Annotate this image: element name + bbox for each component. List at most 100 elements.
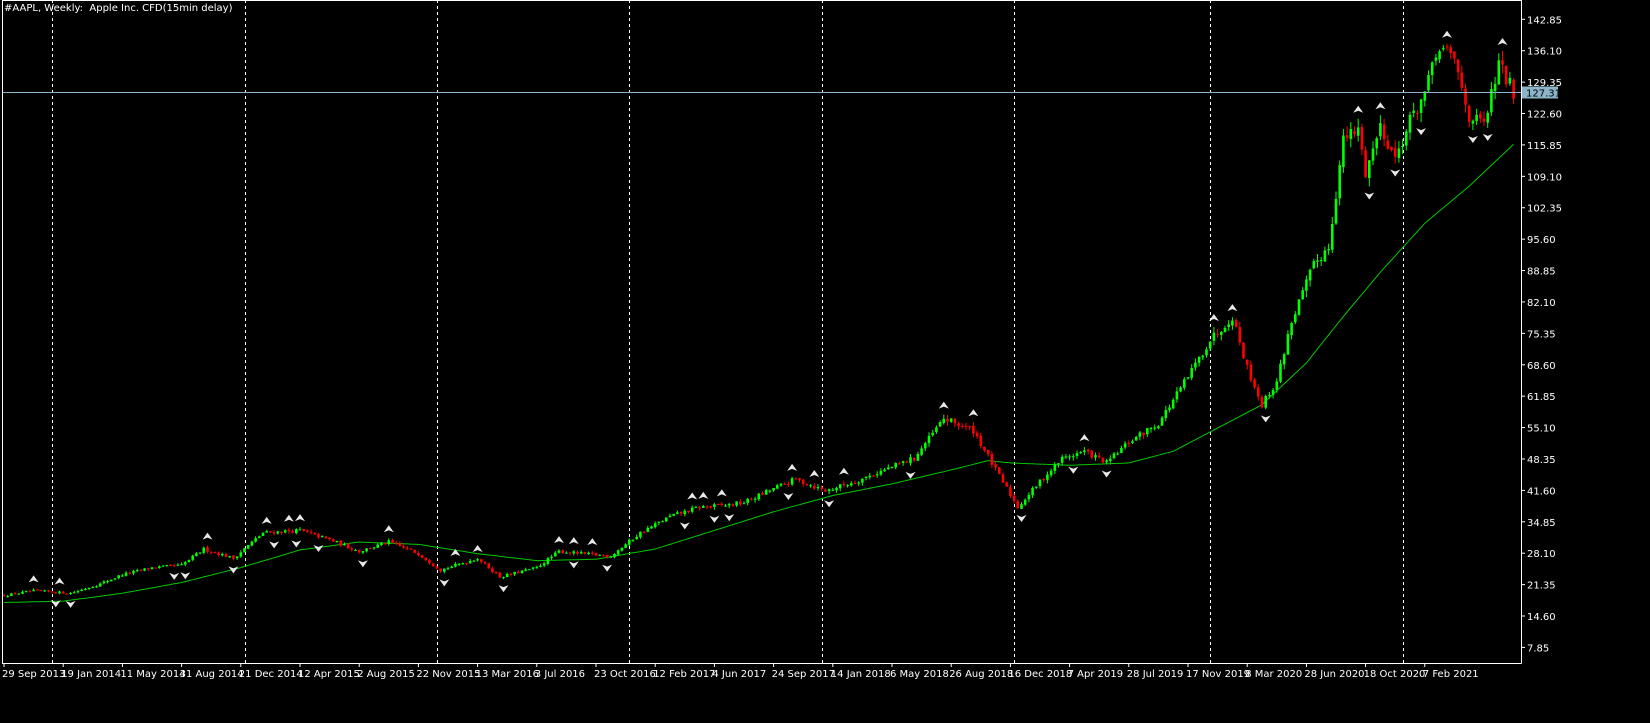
candle-body xyxy=(1253,379,1256,388)
y-tick-label: 48.35 xyxy=(1527,455,1556,466)
candle-body xyxy=(983,446,986,451)
candle-body xyxy=(450,566,453,568)
candle-body xyxy=(1382,124,1386,140)
fractal-up-marker xyxy=(809,470,820,478)
candle-body xyxy=(742,503,746,505)
candle-body xyxy=(861,478,864,483)
x-tick-label: 4 Jun 2017 xyxy=(712,669,766,680)
candle-body xyxy=(346,543,350,549)
candle-body xyxy=(50,591,54,593)
candle-body xyxy=(805,484,809,486)
candle-body xyxy=(280,531,283,533)
fractal-down-marker xyxy=(439,579,450,587)
x-tick-label: 31 Aug 2014 xyxy=(180,669,244,680)
candle-body xyxy=(1290,323,1293,336)
candle-body xyxy=(13,593,17,595)
candle-body xyxy=(369,548,372,549)
candle-body xyxy=(1397,148,1401,158)
candle-body xyxy=(639,531,642,538)
candle-body xyxy=(953,418,957,424)
candle-body xyxy=(461,563,465,565)
candle-body xyxy=(487,563,490,569)
x-tick-label: 2 Aug 2015 xyxy=(357,669,415,680)
candle-body xyxy=(1327,249,1330,251)
candle-body xyxy=(446,568,450,570)
candle-body xyxy=(1072,456,1075,458)
candle-body xyxy=(124,572,128,576)
candle-body xyxy=(883,469,886,472)
candle-body xyxy=(1282,354,1286,365)
candle-body xyxy=(1079,452,1082,454)
candle-body xyxy=(931,432,934,436)
candle-body xyxy=(95,586,98,588)
y-tick-label: 75.35 xyxy=(1527,329,1556,340)
candle-body xyxy=(1168,407,1171,411)
candle-body xyxy=(1116,453,1119,455)
candle-body xyxy=(857,482,860,484)
candle-body xyxy=(235,556,239,559)
candle-body xyxy=(909,457,912,464)
candle-body xyxy=(158,566,161,569)
candle-body xyxy=(894,463,897,468)
candle-body xyxy=(1020,504,1023,509)
candle-body xyxy=(1430,62,1434,76)
candle-body xyxy=(47,590,50,592)
candle-body xyxy=(1460,72,1464,88)
candle-body xyxy=(1364,150,1367,177)
fractal-down-marker xyxy=(602,564,613,572)
candle-body xyxy=(679,511,683,514)
candle-body xyxy=(520,570,524,574)
candle-body xyxy=(1220,331,1223,335)
candlestick-chart[interactable]: 127.31 142.85 136.10 129.35 122.60 115.85 109… xyxy=(0,0,1650,719)
chart-title: #AAPL, Weekly: Apple Inc. CFD(15min dela… xyxy=(4,3,233,14)
candle-body xyxy=(1223,327,1227,333)
candle-body xyxy=(713,504,716,507)
candle-body xyxy=(1368,160,1371,179)
candle-body xyxy=(568,552,572,554)
x-tick-label: 21 Dec 2014 xyxy=(239,669,303,680)
x-tick-label: 28 Jul 2019 xyxy=(1127,669,1184,680)
candle-body xyxy=(283,530,287,533)
candle-body xyxy=(1316,260,1319,262)
candle-body xyxy=(1157,426,1160,429)
y-tick-label: 14.60 xyxy=(1527,612,1556,623)
candle-body xyxy=(246,545,250,549)
candle-body xyxy=(2,595,6,597)
candle-body xyxy=(276,531,280,534)
candle-body xyxy=(998,467,1001,474)
candle-body xyxy=(938,422,942,427)
candle-body xyxy=(1146,428,1149,435)
candle-body xyxy=(642,531,646,533)
candle-body xyxy=(291,531,294,533)
candle-body xyxy=(328,537,331,540)
candle-body xyxy=(1075,453,1079,456)
candle-body xyxy=(1479,113,1482,119)
fractal-down-marker xyxy=(169,572,180,580)
candle-body xyxy=(739,501,742,505)
current-price-label: 127.31 xyxy=(1526,89,1561,100)
fractal-up-marker xyxy=(1079,434,1090,442)
fractal-up-marker xyxy=(716,489,727,497)
candle-body xyxy=(483,562,487,564)
candle-body xyxy=(787,483,790,485)
fractals-layer xyxy=(28,30,1508,608)
candle-body xyxy=(472,560,476,562)
x-tick-label: 14 Jan 2018 xyxy=(831,669,891,680)
candle-body xyxy=(172,565,176,567)
candle-body xyxy=(324,536,328,538)
candle-body xyxy=(110,579,113,582)
candle-body xyxy=(258,536,261,538)
candle-body xyxy=(224,554,228,557)
candle-body xyxy=(10,593,13,596)
candle-body xyxy=(320,536,324,537)
chart-window[interactable]: 127.31 142.85 136.10 129.35 122.60 115.85 109… xyxy=(0,0,1650,719)
candle-body xyxy=(1212,332,1216,341)
candle-body xyxy=(609,556,613,558)
x-tick-label: 7 Apr 2019 xyxy=(1068,669,1123,680)
candle-body xyxy=(772,488,775,491)
candle-body xyxy=(169,564,172,566)
x-tick-label: 19 Jan 2014 xyxy=(61,669,121,680)
fractal-down-marker xyxy=(357,560,368,568)
candle-body xyxy=(1342,135,1345,167)
candle-body xyxy=(1179,387,1182,392)
